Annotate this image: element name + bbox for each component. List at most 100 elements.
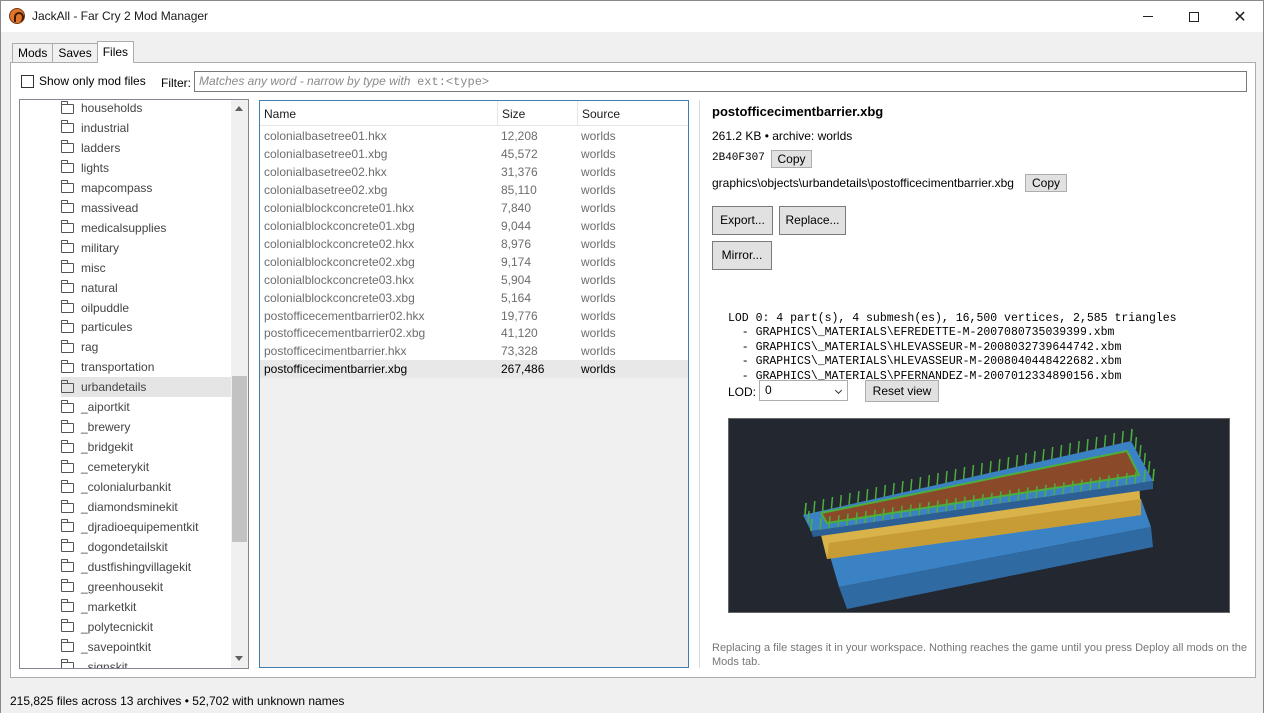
tree-item-aiportkit[interactable]: _aiportkit bbox=[61, 397, 231, 417]
file-row[interactable]: colonialbasetree01.xbg 45,572 worlds bbox=[260, 145, 688, 163]
replace-button[interactable]: Replace... bbox=[779, 206, 846, 235]
rebar-spike bbox=[839, 494, 842, 508]
folder-icon bbox=[61, 200, 74, 214]
rebar-spike bbox=[821, 498, 825, 512]
file-row[interactable]: colonialblockconcrete03.hkx 5,904 worlds bbox=[260, 271, 688, 289]
rebar-spike bbox=[874, 486, 878, 500]
tree-item-label: _diamondsminekit bbox=[81, 500, 178, 514]
file-row[interactable]: postofficecementbarrier02.xbg 41,120 world… bbox=[260, 324, 688, 342]
tree-scroll-thumb[interactable] bbox=[232, 376, 247, 542]
tree-item-label: _aiportkit bbox=[81, 400, 130, 415]
file-row[interactable]: colonialbasetree02.xbg 85,110 worlds bbox=[260, 181, 688, 199]
show-only-mod-files-toggle[interactable]: Show only mod files bbox=[21, 74, 146, 88]
tree-item-signskit[interactable]: _signskit bbox=[61, 657, 231, 668]
rebar-spike bbox=[1098, 476, 1101, 489]
tree-item-rag[interactable]: rag bbox=[61, 337, 231, 357]
tree-item-savepointkit[interactable]: _savepointkit bbox=[61, 637, 231, 657]
tree-item-colonialurbankit[interactable]: _colonialurbankit bbox=[61, 477, 231, 497]
close-button[interactable]: ✕ bbox=[1217, 1, 1263, 32]
rebar-spike bbox=[865, 488, 869, 502]
tree-item-urbandetails[interactable]: urbandetails bbox=[61, 377, 231, 398]
model-viewport[interactable] bbox=[728, 418, 1230, 613]
file-row[interactable]: colonialblockconcrete03.xbg 5,164 worlds bbox=[260, 289, 688, 307]
tree-item-label: massivead bbox=[81, 200, 139, 215]
tree-item-greenhousekit[interactable]: _greenhousekit bbox=[61, 577, 231, 597]
folder-tree[interactable]: _signskit _savepointkit _polytecnickit _mar… bbox=[19, 99, 249, 669]
tab-mods[interactable]: Mods bbox=[12, 43, 54, 63]
pane-divider[interactable] bbox=[699, 100, 700, 668]
tree-item-natural[interactable]: natural bbox=[61, 278, 231, 298]
column-header-name[interactable]: Name bbox=[260, 101, 498, 126]
mirror-button[interactable]: Mirror... bbox=[712, 241, 772, 270]
title-bar[interactable]: JackAll - Far Cry 2 Mod Manager ✕ bbox=[1, 1, 1263, 32]
tree-item-brewery[interactable]: _brewery bbox=[61, 417, 231, 437]
file-row[interactable]: colonialblockconcrete01.xbg 9,044 worlds bbox=[260, 217, 688, 235]
tree-item-dogondetailskit[interactable]: _dogondetailskit bbox=[61, 537, 231, 557]
tree-item-oilpuddle[interactable]: oilpuddle bbox=[61, 298, 231, 318]
minimize-icon bbox=[1143, 16, 1153, 17]
tree-item-marketkit[interactable]: _marketkit bbox=[61, 597, 231, 617]
minimize-button[interactable] bbox=[1125, 1, 1171, 32]
tree-item-cemeterykit[interactable]: _cemeterykit bbox=[61, 457, 231, 477]
show-only-mod-files-checkbox[interactable] bbox=[21, 74, 34, 88]
scroll-down-icon[interactable] bbox=[235, 656, 243, 661]
file-cell-size: 9,044 bbox=[501, 218, 532, 233]
rebar-spike bbox=[882, 508, 885, 521]
rebar-spike bbox=[909, 504, 912, 517]
folder-icon bbox=[61, 160, 74, 174]
tree-item-label: mapcompass bbox=[81, 180, 153, 195]
file-row[interactable]: postofficecimentbarrier.xbg 267,486 worlds bbox=[260, 360, 688, 379]
rebar-spike bbox=[848, 492, 851, 506]
tab-files[interactable]: Files bbox=[96, 41, 135, 63]
tree-item-particules[interactable]: particules bbox=[61, 317, 231, 337]
tree-item-diamondsminekit[interactable]: _diamondsminekit bbox=[61, 497, 231, 517]
copy-path-button[interactable]: Copy bbox=[1025, 174, 1067, 192]
tree-item-ladders[interactable]: ladders bbox=[61, 138, 231, 158]
tree-item-dustfishingvillagekit[interactable]: _dustfishingvillagekit bbox=[61, 557, 231, 577]
lod-select-value: 0 bbox=[765, 383, 772, 397]
maximize-button[interactable] bbox=[1171, 1, 1217, 32]
tree-item-lights[interactable]: lights bbox=[61, 158, 231, 178]
scroll-up-icon[interactable] bbox=[235, 106, 243, 111]
tree-scrollbar[interactable] bbox=[231, 100, 248, 668]
tree-item-misc[interactable]: misc bbox=[61, 258, 231, 278]
file-row[interactable]: colonialbasetree02.hkx 31,376 worlds bbox=[260, 163, 688, 181]
rebar-spike bbox=[1059, 444, 1063, 458]
tree-item-households[interactable]: households bbox=[61, 100, 231, 118]
lod-select[interactable]: 0 bbox=[759, 380, 848, 401]
tree-item-medicalsupplies[interactable]: medicalsupplies bbox=[61, 218, 231, 238]
file-row[interactable]: postofficecimentbarrier.hkx 73,328 worlds bbox=[260, 342, 688, 360]
file-list[interactable]: Name Size Source colonialbasetree01.hkx 1… bbox=[259, 100, 689, 668]
rebar-spike bbox=[1143, 452, 1146, 466]
rebar-spike bbox=[1053, 483, 1056, 496]
file-cell-size: 12,208 bbox=[501, 129, 538, 143]
rebar-spike bbox=[1024, 452, 1028, 466]
file-row[interactable]: colonialblockconcrete01.hkx 7,840 worlds bbox=[260, 199, 688, 217]
tree-item-djradioequipementkit[interactable]: _djradioequipementkit bbox=[61, 517, 231, 537]
file-row[interactable]: colonialblockconcrete02.xbg 9,174 worlds bbox=[260, 253, 688, 271]
column-header-size[interactable]: Size bbox=[498, 101, 578, 126]
column-header-source[interactable]: Source bbox=[578, 101, 688, 126]
tree-item-bridgekit[interactable]: _bridgekit bbox=[61, 437, 231, 457]
export-button[interactable]: Export... bbox=[712, 206, 773, 235]
rebar-spike bbox=[804, 502, 807, 516]
file-row[interactable]: colonialblockconcrete02.hkx 8,976 worlds bbox=[260, 235, 688, 253]
tab-saves[interactable]: Saves bbox=[52, 43, 98, 63]
rebar-spike bbox=[1089, 478, 1092, 491]
file-cell-source: worlds bbox=[581, 344, 616, 359]
tree-item-military[interactable]: military bbox=[61, 238, 231, 258]
file-cell-name: postofficecimentbarrier.xbg bbox=[264, 362, 408, 377]
tree-item-label: transportation bbox=[81, 360, 155, 375]
tree-item-transportation[interactable]: transportation bbox=[61, 357, 231, 377]
tree-item-polytecnickit[interactable]: _polytecnickit bbox=[61, 617, 231, 637]
tree-item-mapcompass[interactable]: mapcompass bbox=[61, 178, 231, 198]
reset-view-button[interactable]: Reset view bbox=[865, 380, 939, 402]
file-cell-name: colonialblockconcrete02.xbg bbox=[264, 254, 415, 269]
file-row[interactable]: colonialbasetree01.hkx 12,208 worlds bbox=[260, 127, 688, 145]
copy-hash-button[interactable]: Copy bbox=[771, 150, 812, 168]
rebar-spike bbox=[962, 466, 966, 480]
file-row[interactable]: postofficecementbarrier02.hkx 19,776 world… bbox=[260, 307, 688, 325]
tree-item-industrial[interactable]: industrial bbox=[61, 118, 231, 138]
filter-input[interactable]: Matches any word - narrow by type with e… bbox=[194, 71, 1247, 92]
tree-item-massivead[interactable]: massivead bbox=[61, 198, 231, 218]
